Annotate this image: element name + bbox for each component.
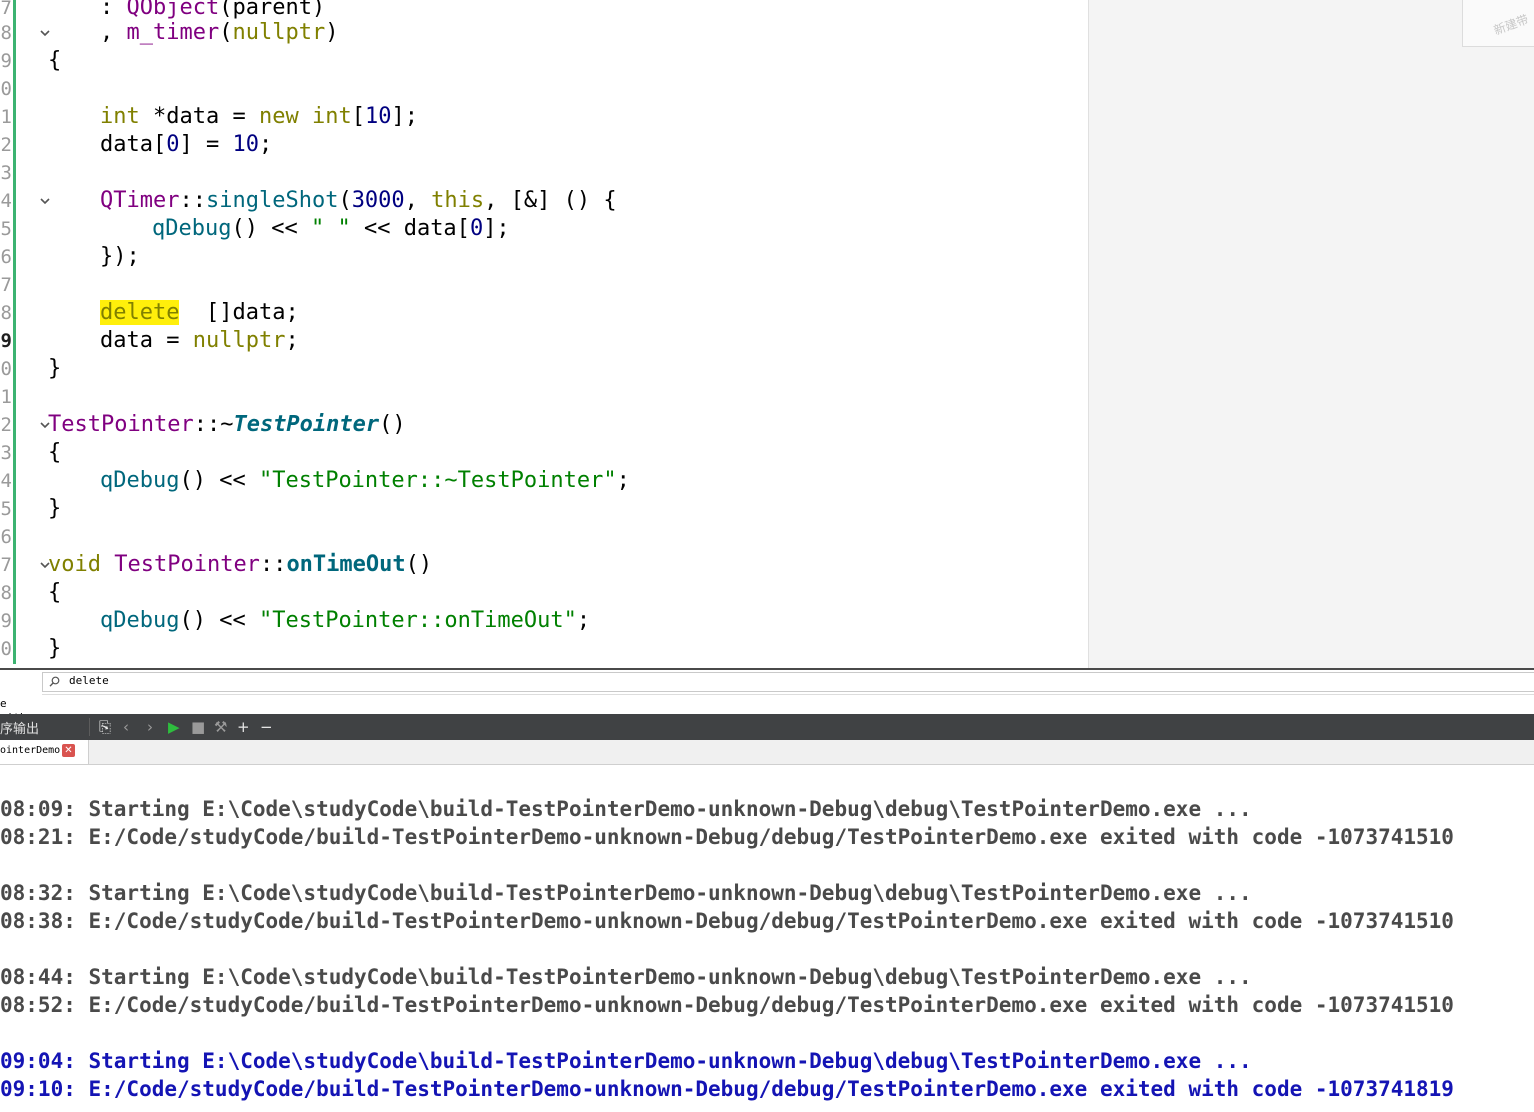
line-number: 0 [0,638,12,660]
line-number: 8 [0,582,12,604]
toolbar-divider [89,718,90,736]
editor-right-margin [1088,0,1534,668]
notification-text: 新建带 [1491,12,1531,38]
code-line: , m_timer(nullptr) [100,20,339,45]
find-input-value: delete [69,674,109,687]
output-line: 08:21: E:/Code/studyCode/build-TestPoint… [0,825,1454,849]
code-line: TestPointer::~TestPointer() [48,412,406,437]
find-input[interactable]: delete [42,672,1534,692]
line-number: 1 [0,386,12,408]
output-tab-bar: ointerDemo ✕ [0,740,1534,765]
line-number: 3 [0,442,12,464]
code-line: int *data = new int[10]; [100,104,418,129]
output-line: 08:52: E:/Code/studyCode/build-TestPoint… [0,993,1454,1017]
debug-icon[interactable]: ⚒ [214,718,227,736]
notification-popup[interactable]: 新建带 [1462,0,1534,47]
line-number-current: 9 [0,330,12,352]
attach-icon[interactable]: ⎘ [99,718,111,736]
run-icon[interactable]: ▶ [168,718,180,736]
stop-icon[interactable]: ■ [191,718,205,736]
code-line: qDebug() << "TestPointer::~TestPointer"; [100,468,630,493]
code-line: { [48,580,62,605]
output-line: 08:38: E:/Code/studyCode/build-TestPoint… [0,909,1454,933]
code-line: qDebug() << " " << data[0]; [152,216,510,241]
output-line: 08:09: Starting E:\Code\studyCode\build-… [0,797,1252,821]
code-line: data[0] = 10; [100,132,273,157]
search-match-highlight: delete [100,300,180,325]
line-number: 9 [0,50,12,72]
code-line: } [48,496,62,521]
output-pane-title: 序输出 [0,721,40,736]
code-line: { [48,440,62,465]
line-number-gutter: 7 8 9 0 1 2 3 4 5 6 7 8 9 0 1 2 3 4 5 6 … [0,0,13,668]
output-line-latest: 09:10: E:/Code/studyCode/build-TestPoint… [0,1077,1454,1101]
code-editor[interactable]: 7 8 9 0 1 2 3 4 5 6 7 8 9 0 1 2 3 4 5 6 … [0,0,1534,668]
line-number: 7 [0,274,12,296]
line-number: 5 [0,498,12,520]
line-number: 5 [0,218,12,240]
output-line: 08:32: Starting E:\Code\studyCode\build-… [0,881,1252,905]
code-line: { [48,48,62,73]
code-line-current: data = nullptr; [100,328,299,353]
search-icon[interactable] [49,676,60,687]
line-number: 2 [0,414,12,436]
code-line: } [48,636,62,661]
close-icon[interactable]: ✕ [62,744,75,757]
line-number: 8 [0,22,12,44]
tab-testpointerdemo[interactable]: ointerDemo ✕ [0,740,89,764]
line-number: 8 [0,302,12,324]
line-number: 1 [0,106,12,128]
code-line: }); [100,244,140,269]
line-number: 6 [0,526,12,548]
output-line: 08:44: Starting E:\Code\studyCode\build-… [0,965,1252,989]
add-icon[interactable]: + [237,718,250,736]
line-number: 6 [0,246,12,268]
line-number: 3 [0,162,12,184]
application-output[interactable]: 08:09: Starting E:\Code\studyCode\build-… [0,765,1534,1112]
output-line-latest: 09:04: Starting E:\Code\studyCode\build-… [0,1049,1252,1073]
code-line: delete []data; [100,300,299,325]
replace-input[interactable] [42,694,1534,713]
line-number: 7 [0,554,12,576]
code-area[interactable]: : QObject(parent) , m_timer(nullptr) { i… [48,0,1088,668]
code-line: qDebug() << "TestPointer::onTimeOut"; [100,608,591,633]
remove-icon[interactable]: − [260,718,273,736]
line-number: 4 [0,190,12,212]
find-replace-bar: e with: delete [0,668,1534,724]
fold-gutter [16,0,50,668]
output-pane-toolbar: 序输出 ⎘ ‹ › ▶ ■ ⚒ + − [0,714,1534,740]
find-labels: e with: [0,670,40,724]
code-line: QTimer::singleShot(3000, this, [&] () { [100,188,617,213]
next-icon[interactable]: › [147,718,153,736]
code-line: } [48,356,62,381]
line-number: 0 [0,358,12,380]
tab-label: ointerDemo [0,745,61,756]
line-number: 2 [0,134,12,156]
code-line: void TestPointer::onTimeOut() [48,552,433,577]
line-number: 0 [0,78,12,100]
line-number: 9 [0,610,12,632]
line-number: 4 [0,470,12,492]
previous-icon[interactable]: ‹ [123,718,129,736]
